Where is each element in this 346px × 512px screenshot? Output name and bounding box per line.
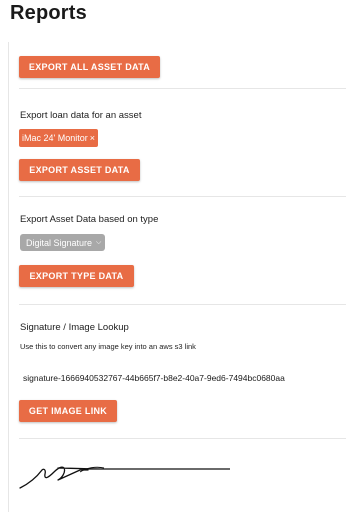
image-lookup-heading: Signature / Image Lookup — [20, 322, 129, 333]
export-type-heading: Export Asset Data based on type — [20, 214, 159, 225]
image-lookup-help-text: Use this to convert any image key into a… — [20, 342, 196, 351]
section-divider — [19, 438, 346, 439]
export-asset-heading: Export loan data for an asset — [20, 110, 142, 121]
chevron-down-icon: ⌵ — [96, 238, 102, 246]
export-all-asset-data-button[interactable]: EXPORT ALL ASSET DATA — [19, 56, 160, 78]
export-asset-data-button[interactable]: EXPORT ASSET DATA — [19, 159, 140, 181]
signature-image — [19, 466, 230, 489]
selected-asset-label: iMac 24' Monitor — [22, 133, 88, 143]
get-image-link-button[interactable]: GET IMAGE LINK — [19, 400, 117, 422]
page-title: Reports — [10, 2, 87, 24]
remove-chip-icon[interactable]: × — [90, 133, 95, 143]
asset-type-select-value: Digital Signature — [26, 237, 93, 248]
selected-asset-chip[interactable]: iMac 24' Monitor × — [19, 129, 99, 147]
reports-panel: EXPORT ALL ASSET DATA Export loan data f… — [8, 42, 346, 512]
reports-page: Reports EXPORT ALL ASSET DATA Export loa… — [0, 0, 346, 512]
section-divider — [19, 196, 346, 197]
asset-type-select[interactable]: Digital Signature ⌵ — [20, 234, 106, 251]
image-key-value[interactable]: signature-1666940532767-44b665f7-b8e2-40… — [23, 373, 285, 383]
export-type-data-button[interactable]: EXPORT TYPE DATA — [19, 265, 134, 287]
section-divider — [19, 304, 346, 305]
section-divider — [19, 88, 346, 89]
